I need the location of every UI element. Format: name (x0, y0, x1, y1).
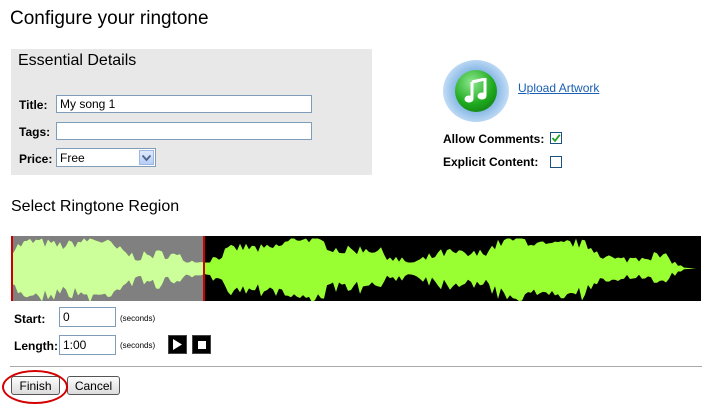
divider (10, 366, 702, 367)
page-title: Configure your ringtone (10, 8, 209, 29)
explicit-content-label: Explicit Content: (443, 155, 539, 169)
stop-button[interactable] (192, 335, 211, 354)
explicit-content-checkbox[interactable] (550, 156, 562, 168)
stop-icon (197, 340, 206, 349)
length-label: Length: (14, 339, 58, 353)
waveform-selector[interactable] (11, 236, 701, 301)
allow-comments-label: Allow Comments: (443, 132, 545, 146)
chevron-down-icon[interactable] (139, 150, 154, 165)
tags-input[interactable] (56, 122, 312, 140)
start-label: Start: (14, 312, 46, 326)
play-icon (173, 339, 182, 350)
start-input[interactable] (59, 307, 116, 327)
price-select[interactable]: Free (56, 148, 156, 167)
price-label: Price: (19, 152, 53, 166)
length-input[interactable] (59, 335, 116, 355)
start-unit: (seconds) (120, 314, 156, 323)
allow-comments-checkbox[interactable] (550, 132, 562, 144)
upload-artwork-link[interactable]: Upload Artwork (518, 81, 599, 95)
artwork-music-icon (443, 60, 509, 122)
finish-highlight-circle (2, 370, 68, 404)
check-icon (551, 134, 561, 143)
title-input[interactable] (56, 95, 312, 113)
price-selected-value: Free (60, 151, 85, 165)
length-unit: (seconds) (120, 341, 156, 350)
essential-details-heading: Essential Details (18, 52, 137, 69)
cancel-button[interactable]: Cancel (67, 376, 120, 395)
tags-label: Tags: (19, 125, 51, 139)
title-label: Title: (19, 98, 48, 112)
select-region-heading: Select Ringtone Region (11, 198, 180, 215)
play-button[interactable] (168, 335, 187, 354)
